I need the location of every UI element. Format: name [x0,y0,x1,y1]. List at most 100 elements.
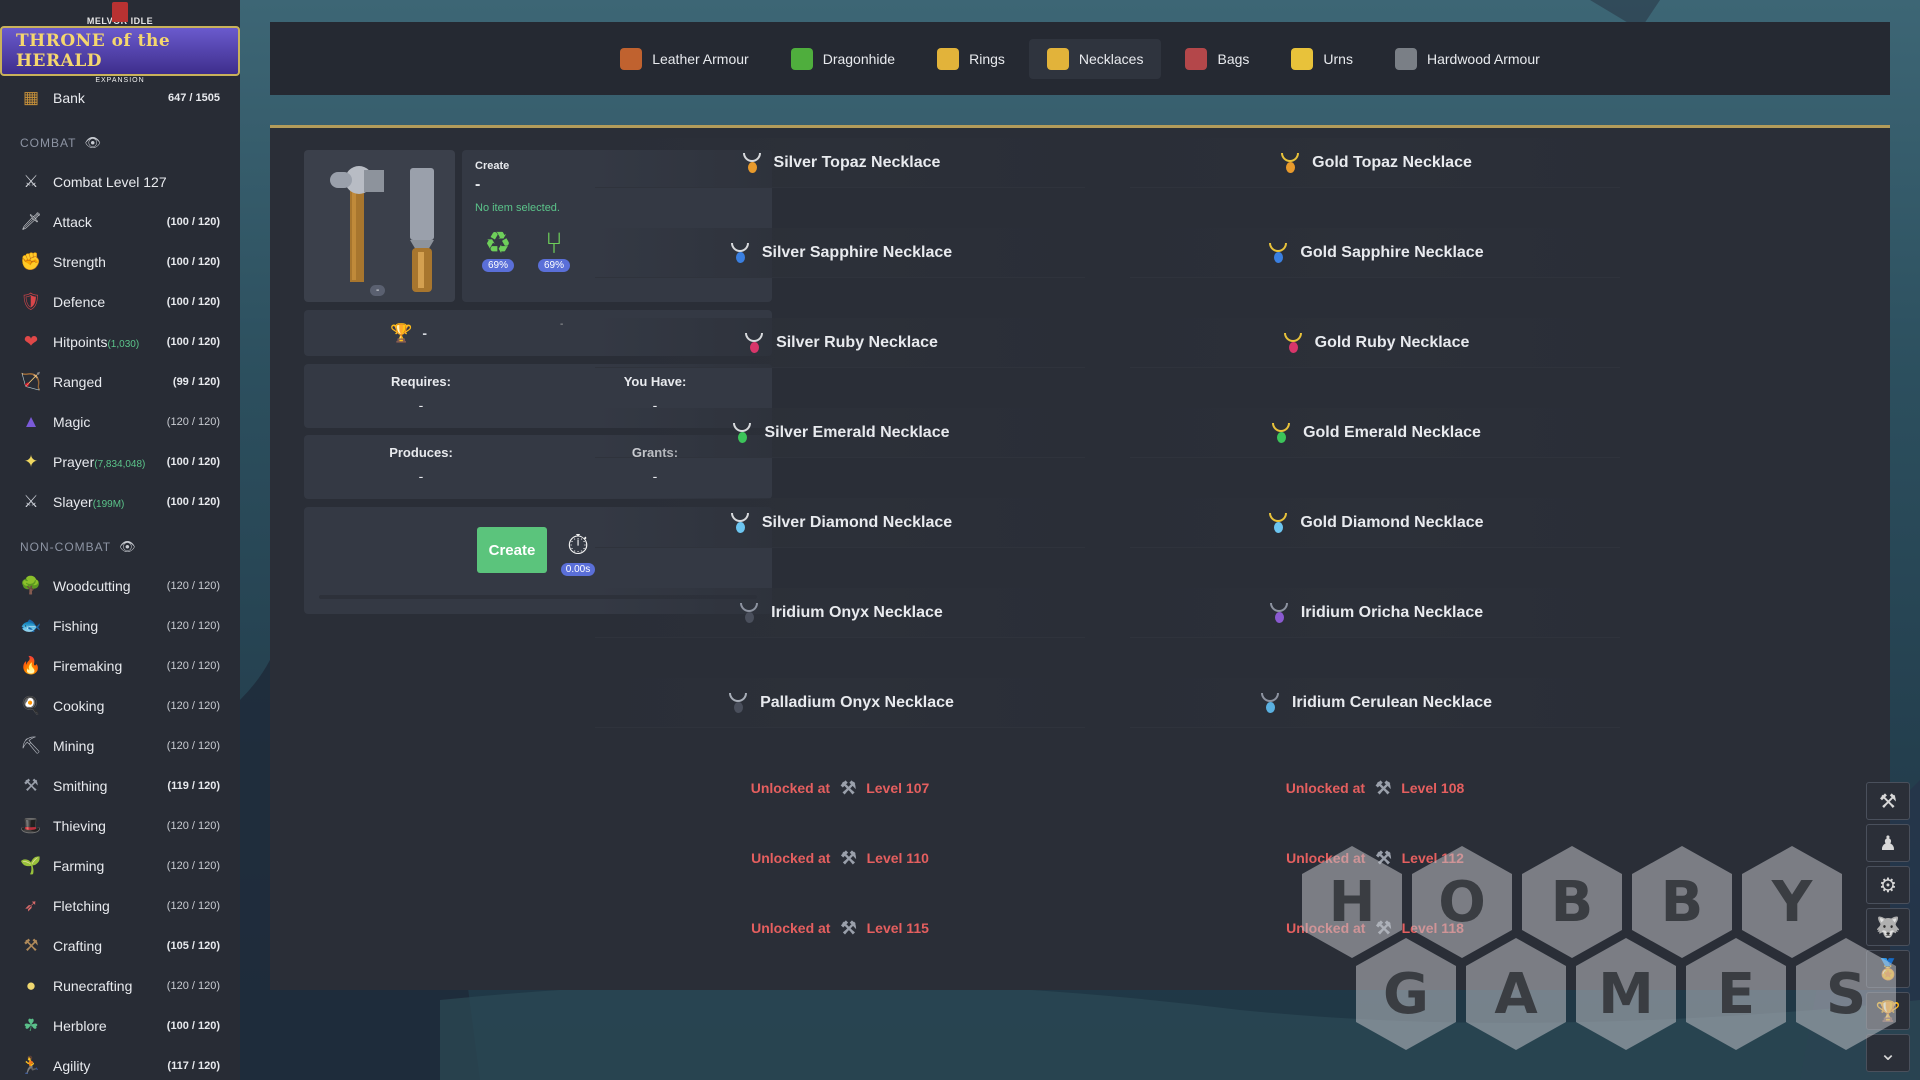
recipe-gold-emerald-necklace[interactable]: Gold Emerald Necklace [1130,408,1620,458]
craft-timer: ⏱ 0.00s [557,529,599,581]
locked-recipe: Unlocked at ⚒ Level 115 [595,908,1085,948]
sidebar-item-label: Woodcutting [53,578,167,594]
tab-hardwood-armour[interactable]: Hardwood Armour [1377,39,1558,79]
sidebar-item-hitpoints[interactable]: ❤ Hitpoints(1,030) (100 / 120) [0,322,240,362]
sidebar-item-herblore[interactable]: ☘ Herblore (100 / 120) [0,1006,240,1046]
sidebar-item-label: Strength [53,254,167,270]
recipe-iridium-onyx-necklace[interactable]: Iridium Onyx Necklace [595,588,1085,638]
recipe-iridium-oricha-necklace[interactable]: Iridium Oricha Necklace [1130,588,1620,638]
locked-recipe: Unlocked at ⚒ Level 110 [595,838,1085,878]
sidebar-item-strength[interactable]: ✊ Strength (100 / 120) [0,242,240,282]
unlock-level: Level 115 [866,920,929,936]
tab-bags[interactable]: Bags [1167,39,1267,79]
recipe-gold-ruby-necklace[interactable]: Gold Ruby Necklace [1130,318,1620,368]
sidebar-item-combat-level[interactable]: ⚔ Combat Level 127 [0,162,240,202]
skill-level: (117 / 120) [167,1060,220,1072]
sidebar-item-label: Prayer(7,834,048) [53,454,167,470]
sidebar-item-label: Cooking [53,698,167,714]
sidebar-item-label: Farming [53,858,167,874]
necklace-icon [1281,331,1305,355]
character-button[interactable]: ♟ [1866,824,1910,862]
sidebar-item-label: Thieving [53,818,167,834]
sidebar-item-firemaking[interactable]: 🔥 Firemaking (120 / 120) [0,646,240,686]
necklace-icon [728,241,752,265]
sidebar-item-slayer[interactable]: ⚔ Slayer(199M) (100 / 120) [0,482,240,522]
sidebar-item-fishing[interactable]: 🐟 Fishing (120 / 120) [0,606,240,646]
watermark-letter: A [1494,961,1538,1027]
recipe-gold-sapphire-necklace[interactable]: Gold Sapphire Necklace [1130,228,1620,278]
preservation-chance[interactable]: ♻ 69% [475,226,521,272]
sidebar-item-crafting[interactable]: ⚒ Crafting (105 / 120) [0,926,240,966]
recipe-iridium-cerulean-necklace[interactable]: Iridium Cerulean Necklace [1130,678,1620,728]
skill-name: Strength [53,254,106,270]
shield-icon: 🛡 [20,292,42,311]
logo-title: THRONE of the HERALD [0,26,240,76]
necklace-icon [742,331,766,355]
sidebar-item-agility[interactable]: 🏃 Agility (117 / 120) [0,1046,240,1080]
sidebar-item-smithing[interactable]: ⚒ Smithing (119 / 120) [0,766,240,806]
create-button[interactable]: Create [477,527,547,573]
recipe-silver-emerald-necklace[interactable]: Silver Emerald Necklace [595,408,1085,458]
arrow-icon: ➶ [23,896,39,915]
recipe-silver-sapphire-necklace[interactable]: Silver Sapphire Necklace [595,228,1085,278]
mastery-value: - [422,325,428,341]
skill-name: Farming [53,858,105,874]
chevron-down-button[interactable]: ⌄ [1866,1034,1910,1072]
sidebar-item-ranged[interactable]: 🏹 Ranged (99 / 120) [0,362,240,402]
sidebar-item-thieving[interactable]: 🎩 Thieving (120 / 120) [0,806,240,846]
tab-leather-armour[interactable]: Leather Armour [602,39,767,79]
recipe-silver-ruby-necklace[interactable]: Silver Ruby Necklace [595,318,1085,368]
sidebar-item-woodcutting[interactable]: 🌳 Woodcutting (120 / 120) [0,566,240,606]
eye-icon[interactable]: 👁 [119,539,137,555]
sidebar-item-prayer[interactable]: ✦ Prayer(7,834,048) (100 / 120) [0,442,240,482]
recipe-silver-topaz-necklace[interactable]: Silver Topaz Necklace [595,138,1085,188]
section-label: NON-COMBAT [20,540,112,554]
skill-level: (100 / 120) [166,496,220,508]
recipe-gold-diamond-necklace[interactable]: Gold Diamond Necklace [1130,498,1620,548]
skill-level: (100 / 120) [166,1020,220,1032]
skill-name: Herblore [53,1018,107,1034]
recipe-name: Palladium Onyx Necklace [760,693,954,711]
requires-label: Requires: [391,374,451,389]
skill-level: (120 / 120) [166,580,220,592]
crafting-tools-icon: ⚒ [840,777,857,798]
sidebar-item-mining[interactable]: ⛏ Mining (120 / 120) [0,726,240,766]
sidebar-item-cooking[interactable]: 🍳 Cooking (120 / 120) [0,686,240,726]
urn-icon [1291,47,1314,70]
crafting-panel: - Create - No item selected. ♻ 69% ⑂ 69%… [270,125,1890,990]
watermark-letter: M [1598,961,1654,1027]
sidebar-item-fletching[interactable]: ➶ Fletching (120 / 120) [0,886,240,926]
skill-name: Ranged [53,374,103,390]
eye-icon[interactable]: 👁 [84,135,102,151]
tab-urns[interactable]: Urns [1273,39,1371,79]
agility-icon: 🏃 [20,1056,42,1075]
fish-icon: 🐟 [20,616,42,635]
pet-button[interactable]: 🐺 [1866,908,1910,946]
settings-gear-button[interactable]: ⚙ [1866,866,1910,904]
tab-necklaces[interactable]: Necklaces [1028,38,1162,79]
crossed-swords-icon: ⚔ [23,172,39,191]
sidebar-item-defence[interactable]: 🛡 Defence (100 / 120) [0,282,240,322]
recipe-name: Iridium Onyx Necklace [771,603,943,621]
skill-level: (120 / 120) [166,620,220,632]
recipe-palladium-onyx-necklace[interactable]: Palladium Onyx Necklace [595,678,1085,728]
sidebar-item-label: Agility [53,1058,167,1074]
sidebar-item-label: Firemaking [53,658,167,674]
bank-chest-icon: ▦ [22,88,40,107]
recipe-silver-diamond-necklace[interactable]: Silver Diamond Necklace [595,498,1085,548]
sidebar-item-farming[interactable]: 🌱 Farming (120 / 120) [0,846,240,886]
unlock-prefix: Unlocked at [751,920,831,936]
leather-armour-icon [620,47,643,70]
sidebar-item-bank[interactable]: ▦ Bank 647 / 1505 [0,78,240,118]
sidebar-item-runecrafting[interactable]: ● Runecrafting (120 / 120) [0,966,240,1006]
recipe-gold-topaz-necklace[interactable]: Gold Topaz Necklace [1130,138,1620,188]
skill-level: (120 / 120) [166,416,220,428]
sidebar-item-attack[interactable]: 🗡 Attack (100 / 120) [0,202,240,242]
crafting-tools-button[interactable]: ⚒ [1866,782,1910,820]
sidebar-item-magic[interactable]: ▲ Magic (120 / 120) [0,402,240,442]
double-arrow-icon: ⑂ [545,227,563,260]
tab-rings[interactable]: Rings [919,39,1023,79]
game-logo[interactable]: MELVOR IDLE THRONE of the HERALD EXPANSI… [0,0,240,84]
doubling-chance[interactable]: ⑂ 69% [531,226,577,272]
tab-dragonhide[interactable]: Dragonhide [773,39,913,79]
